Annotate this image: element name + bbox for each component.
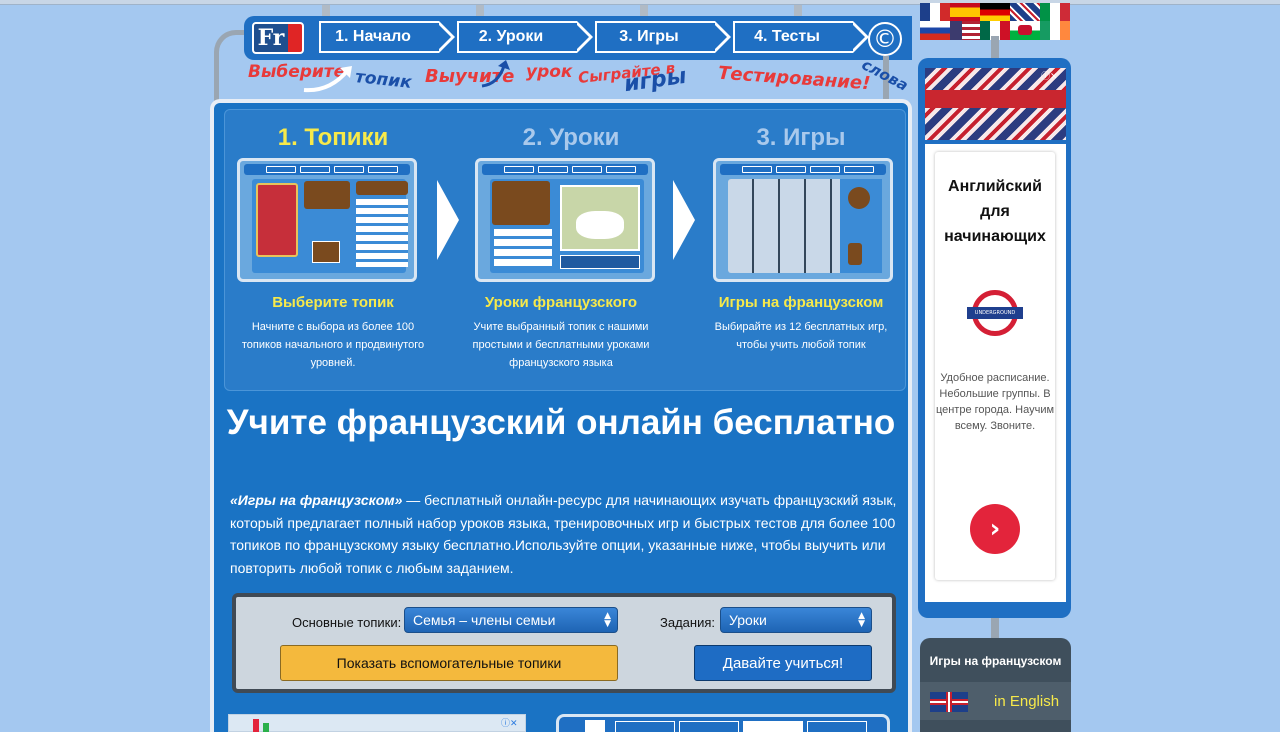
mini-tab [743, 721, 803, 732]
flag-wales-icon[interactable] [1010, 21, 1040, 40]
flag-italy-icon[interactable] [1040, 3, 1070, 22]
tab-games[interactable]: 3. Игры [595, 21, 731, 53]
step-1-title: 1. Топики [223, 124, 443, 152]
step-2-title: 2. Уроки [461, 124, 681, 152]
mini-tab [807, 721, 867, 732]
mini-tab [679, 721, 739, 732]
banner-stripe [925, 90, 1066, 108]
tab-tests[interactable]: 4. Тесты [733, 21, 869, 53]
step-arrow-2-icon [673, 180, 695, 260]
site-logo[interactable]: Fr [252, 22, 304, 54]
copyright-icon: © [873, 25, 897, 53]
curve-arrow-icon [303, 66, 352, 93]
topics-select-value: Семья – члены семьи [413, 612, 556, 628]
flag-ireland-icon[interactable] [1040, 21, 1070, 40]
language-english-label: in English [994, 693, 1060, 710]
language-english-link[interactable]: in English [920, 682, 1071, 720]
bottom-nav-preview [556, 714, 890, 732]
ad-info-icon[interactable]: ⓘ✕ [501, 716, 518, 729]
intro-lead: «Игры на французском» [230, 492, 403, 508]
tab-start-label: 1. Начало [335, 28, 411, 45]
main-content: 1. Топики Выберите топик Начните с выбор… [210, 99, 912, 732]
mini-logo [585, 720, 605, 732]
sublabel-lesson: урок [526, 62, 573, 82]
step-3-title: 3. Игры [691, 124, 911, 152]
side-ad-banner-image[interactable]: ⓘ✕ [925, 68, 1066, 140]
flag-france-icon[interactable] [920, 3, 950, 22]
step-3-subtitle[interactable]: Игры на французском [691, 294, 911, 311]
step-3-description: Выбирайте из 12 бесплатных игр, чтобы уч… [714, 321, 888, 351]
side-ad-title: Английский для начинающих [944, 178, 1046, 245]
uk-flag-icon [930, 692, 968, 712]
step-2-subtitle[interactable]: Уроки французского [451, 294, 671, 311]
logo-flag-red [288, 24, 302, 52]
logo-bar-text: UNDERGROUND [967, 307, 1023, 319]
step-3-title-text: 3. Игры [756, 124, 846, 151]
sublabel-testing: Тестирование! [717, 62, 872, 95]
select-updown-icon: ▲ ▼ [858, 611, 865, 629]
tasks-select-value: Уроки [729, 612, 767, 628]
step-3-thumbnail[interactable] [713, 158, 893, 282]
topics-select[interactable]: Семья – члены семьи ▲ ▼ [404, 607, 618, 633]
chevron-right-icon: › [989, 514, 1001, 544]
tab-start[interactable]: 1. Начало [319, 21, 455, 53]
side-ad-go-button[interactable]: › [970, 504, 1020, 554]
nav-pipe [214, 30, 248, 110]
tab-games-label: 3. Игры [619, 28, 679, 45]
sublabel-topic: топик [354, 67, 413, 93]
select-updown-icon: ▲ ▼ [604, 611, 611, 629]
step-1-thumbnail[interactable] [237, 158, 417, 282]
tasks-label: Задания: [660, 615, 715, 630]
side-pipe [991, 36, 999, 60]
mini-tab [615, 721, 675, 732]
tasks-select[interactable]: Уроки ▲ ▼ [720, 607, 872, 633]
step-arrow-1-icon [437, 180, 459, 260]
step-2-description: Учите выбранный топик с нашими простыми … [472, 321, 650, 369]
step-1-title-text: 1. Топики [277, 124, 389, 151]
copyright-button[interactable]: © [868, 22, 902, 56]
side-ad-card[interactable]: Английский для начинающих UNDERGROUND Уд… [935, 152, 1055, 580]
logo-text: Fr [254, 24, 288, 52]
topic-selection-form: Основные топики: Семья – члены семьи ▲ ▼ З… [232, 593, 896, 693]
flag-usa-icon[interactable] [950, 21, 980, 40]
step-2-title-text: 2. Уроки [522, 124, 620, 151]
language-panel: Игры на французском in English [920, 638, 1071, 732]
flag-spain-icon[interactable] [950, 3, 980, 22]
show-secondary-topics-button[interactable]: Показать вспомогательные топики [280, 645, 618, 681]
tab-tests-label: 4. Тесты [754, 28, 820, 45]
tab-lessons[interactable]: 2. Уроки [457, 21, 593, 53]
ad-bar-icon [253, 719, 259, 732]
page-headline: Учите французский онлайн бесплатно [226, 403, 896, 442]
ad-bar-icon [263, 723, 269, 732]
tab-lessons-label: 2. Уроки [478, 28, 544, 45]
bottom-ad-banner[interactable]: ⓘ✕ [228, 714, 526, 732]
step-2-thumbnail[interactable] [475, 158, 655, 282]
side-ad-text: Удобное расписание. Небольшие группы. В … [935, 372, 1055, 432]
underground-logo-icon: UNDERGROUND [967, 290, 1023, 336]
step-1-description: Начните с выбора из более 100 топиков на… [241, 321, 425, 369]
flag-germany-icon[interactable] [980, 3, 1010, 22]
flag-uk-icon[interactable] [1010, 3, 1040, 22]
language-panel-title: Игры на французском [929, 654, 1062, 668]
start-learning-button[interactable]: Давайте учиться! [694, 645, 872, 681]
side-pipe [991, 618, 999, 640]
topics-label: Основные топики: [292, 615, 402, 630]
intro-paragraph: «Игры на французском» — бесплатный онлай… [230, 489, 900, 579]
flag-russia-icon[interactable] [920, 21, 950, 40]
ad-info-icon[interactable]: ⓘ✕ [1041, 69, 1058, 82]
steps-section: 1. Топики Выберите топик Начните с выбор… [224, 109, 906, 391]
step-1-subtitle[interactable]: Выберите топик [223, 294, 443, 311]
up-arrow-icon [481, 60, 510, 88]
